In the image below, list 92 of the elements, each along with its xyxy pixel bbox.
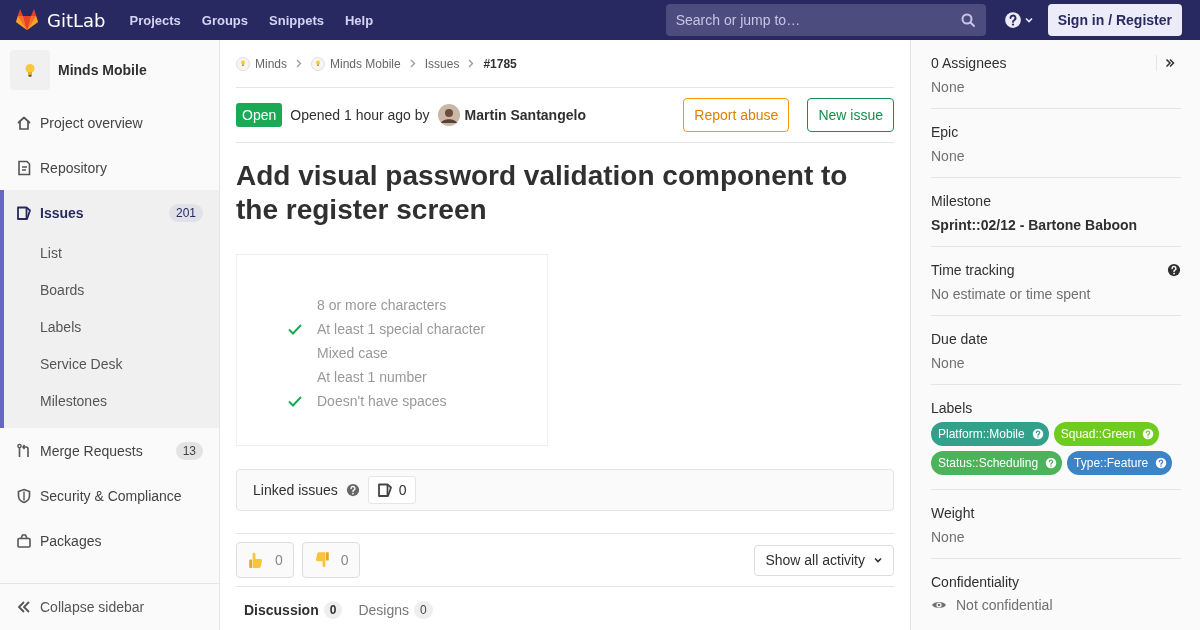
breadcrumb-link[interactable]: Minds Mobile	[311, 56, 401, 71]
author-link[interactable]: Martin Santangelo	[437, 104, 586, 126]
sidebar-item[interactable]: Project overview	[0, 100, 219, 145]
section-title: Due date	[931, 330, 988, 348]
section-title: Weight	[931, 504, 975, 522]
sidebar-item[interactable]: Security & Compliance	[0, 473, 219, 518]
nav-link[interactable]: Projects	[129, 12, 181, 28]
breadcrumb-link[interactable]: Minds	[236, 56, 287, 71]
chevron-down-icon	[1023, 15, 1034, 25]
sidebar-item-label: Security & Compliance	[40, 487, 182, 504]
nav-link[interactable]: Snippets	[269, 12, 324, 28]
section-value: None	[931, 354, 966, 372]
section-title: Epic	[931, 123, 959, 141]
sidebar-item[interactable]: Packages	[0, 518, 219, 563]
linked-issues-label: Linked issues	[253, 482, 338, 498]
nav-link[interactable]: Groups	[201, 12, 249, 28]
section-value: None	[931, 78, 966, 96]
section-value: No estimate or time spent	[931, 285, 1092, 303]
issue-icon	[16, 204, 32, 221]
tab[interactable]: Designs 0	[358, 601, 433, 619]
checklist-text: Doesn't have spaces	[317, 393, 447, 409]
sidebar-item-label: Project overview	[40, 114, 143, 131]
sidebar-item[interactable]: Repository	[0, 145, 219, 190]
reaction-button[interactable]: 0	[301, 542, 360, 578]
help-icon	[1167, 263, 1181, 277]
help-icon	[1003, 11, 1022, 29]
sidebar-subitem[interactable]: Boards	[0, 272, 219, 309]
chevron-down-icon	[873, 555, 883, 565]
light-bulb-icon	[311, 56, 325, 71]
nav-link[interactable]: Help	[344, 12, 374, 28]
count-badge: 13	[175, 441, 203, 460]
project-name[interactable]: Minds Mobile	[58, 62, 147, 78]
sidebar-subitem[interactable]: Labels	[0, 309, 219, 346]
checklist-text: At least 1 special character	[317, 321, 486, 337]
sidebar-item-label: Repository	[40, 159, 107, 176]
count-badge: 0	[323, 601, 343, 619]
tab[interactable]: Discussion 0	[244, 601, 343, 619]
sidebar-item-label: Packages	[40, 532, 102, 549]
issue-title: Add visual password validation component to the register screen	[236, 159, 849, 227]
checklist-text: 8 or more characters	[317, 297, 447, 313]
sidebar-item-label: Merge Requests	[40, 442, 143, 459]
fox-logo-icon	[15, 9, 39, 31]
breadcrumb-link[interactable]: #1785	[483, 56, 517, 71]
new-issue-button[interactable]: New issue	[807, 98, 894, 132]
help-icon	[345, 483, 360, 497]
double-chevron-right-icon	[1165, 58, 1175, 68]
opened-text: Opened 1 hour ago by	[290, 107, 430, 123]
section-title: Labels	[931, 399, 973, 417]
section-value: None	[931, 147, 966, 165]
light-bulb-icon	[236, 56, 250, 71]
section-title: Time tracking	[931, 261, 1015, 279]
label-tag[interactable]: Type::Feature	[1067, 451, 1173, 475]
linked-issues-count-button[interactable]: 0	[367, 476, 416, 504]
count-badge: 201	[168, 203, 203, 222]
help-icon	[1155, 457, 1168, 469]
sign-in-button[interactable]: Sign in / Register	[1047, 4, 1182, 36]
sidebar-item[interactable]: Merge Requests 13	[0, 428, 219, 473]
search-field[interactable]: Search or jump to…	[665, 4, 986, 36]
milestone-link[interactable]: Sprint::02/12 - Bartone Baboon	[931, 216, 1181, 234]
search-icon	[959, 12, 976, 28]
help-icon	[1031, 428, 1044, 440]
section-title: 0 Assignees	[931, 54, 1007, 72]
section-title: Milestone	[931, 192, 991, 210]
home-icon	[16, 114, 32, 131]
merge-request-icon	[16, 442, 32, 459]
count-badge: 0	[414, 601, 433, 619]
shield-icon	[16, 487, 32, 504]
checklist-text: Mixed case	[317, 345, 388, 361]
package-icon	[16, 532, 32, 549]
chevron-right-icon	[296, 59, 302, 68]
sidebar-subitem[interactable]: Milestones	[0, 383, 219, 420]
help-icon	[1142, 428, 1155, 440]
issue-icon	[376, 482, 393, 498]
avatar-icon	[437, 104, 460, 126]
help-icon	[1045, 457, 1058, 469]
chevron-right-icon	[409, 59, 416, 68]
sidebar-item-label: Issues	[40, 204, 84, 221]
breadcrumb-link[interactable]: Issues	[424, 56, 460, 71]
confidentiality-value: Not confidential	[956, 597, 1053, 613]
section-value: None	[931, 528, 966, 546]
double-chevron-left-icon	[16, 599, 32, 615]
brand-name[interactable]: GitLab	[47, 9, 106, 31]
thumbs-up-icon	[247, 551, 265, 569]
sidebar-subitem[interactable]: Service Desk	[0, 346, 219, 383]
chevron-right-icon	[468, 59, 475, 68]
document-icon	[16, 159, 32, 176]
status-badge: Open	[236, 103, 283, 127]
sidebar-subitem[interactable]: List	[0, 235, 219, 272]
section-title: Confidentiality	[931, 573, 1019, 591]
reaction-button[interactable]: 0	[236, 542, 294, 578]
checklist-text: At least 1 number	[317, 369, 427, 385]
activity-filter-dropdown[interactable]: Show all activity	[754, 544, 894, 576]
